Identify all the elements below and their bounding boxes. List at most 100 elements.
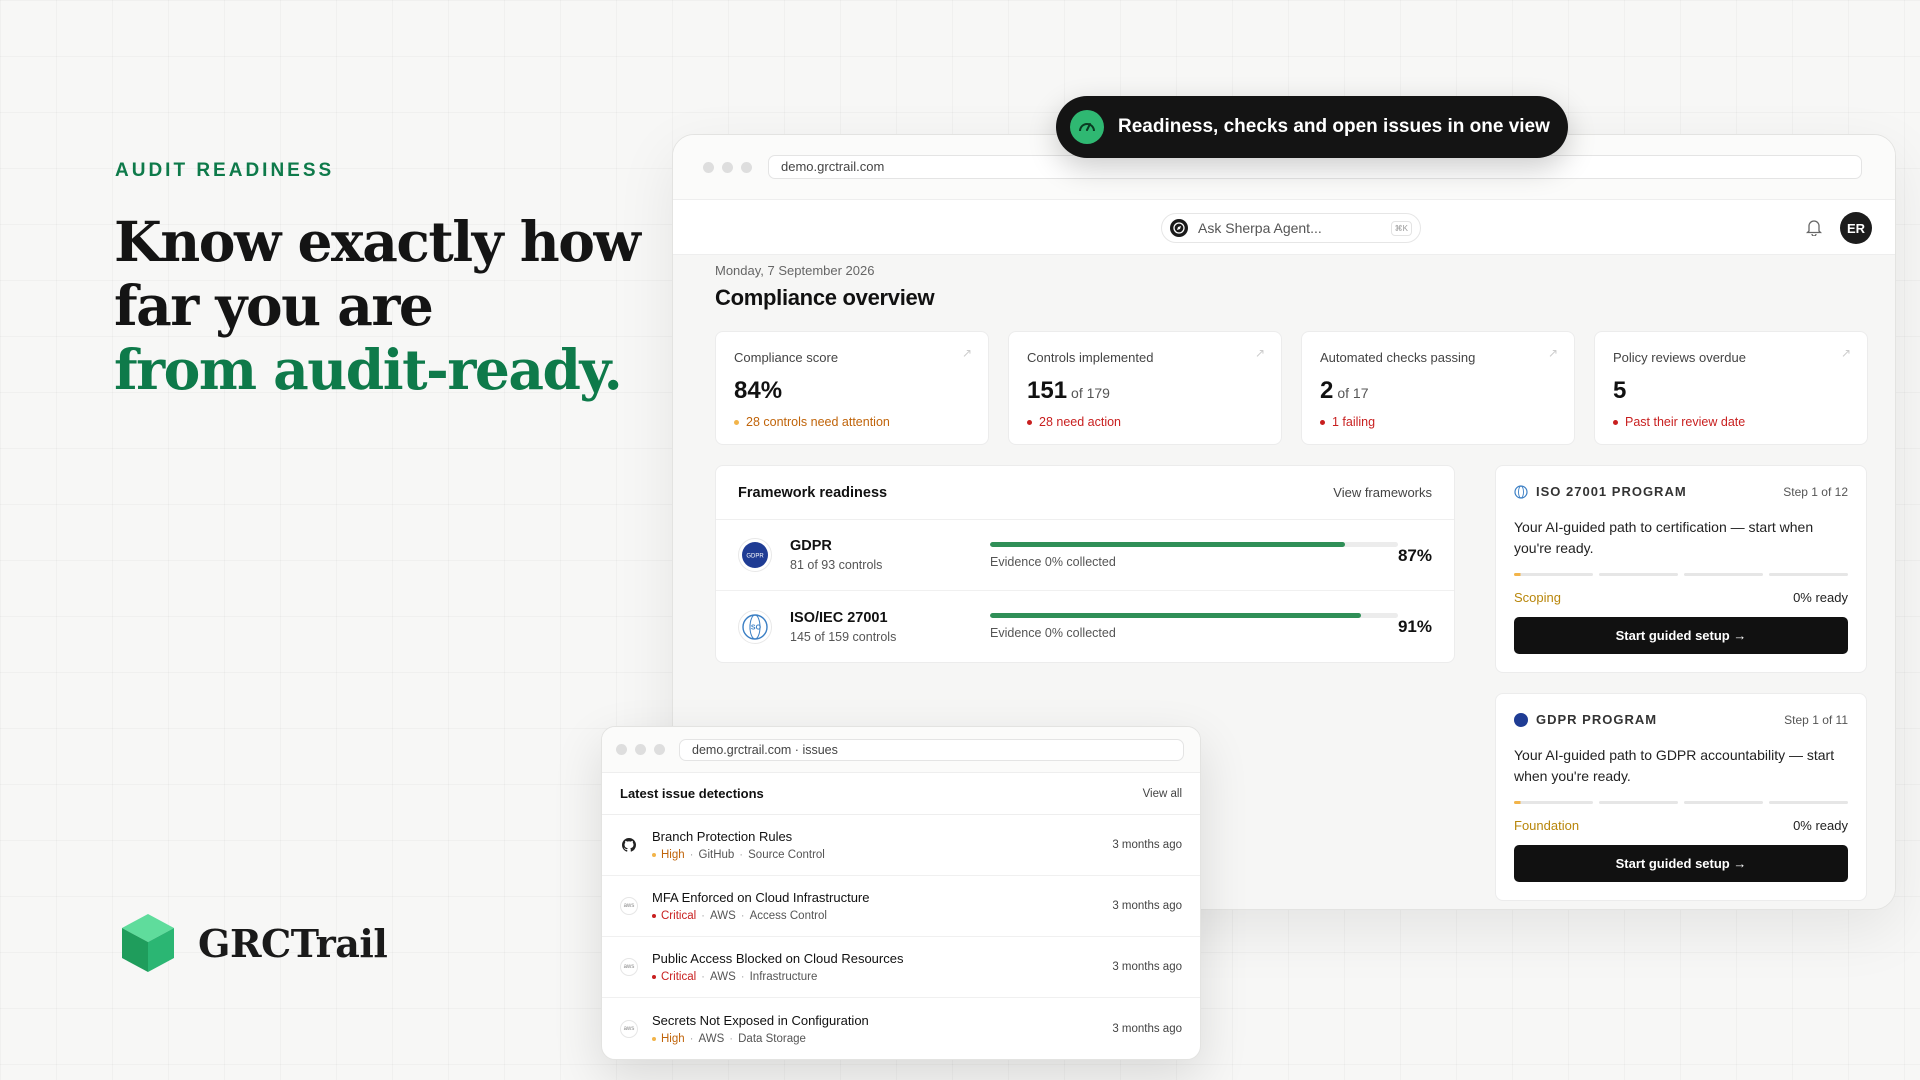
progress-fill bbox=[990, 542, 1345, 547]
gdpr-program-card: GDPR PROGRAM Step 1 of 11 Your AI-guided … bbox=[1495, 693, 1867, 901]
stat-subtext: 1 failing bbox=[1320, 415, 1556, 429]
svg-text:ISO: ISO bbox=[749, 624, 762, 631]
program-steps-bar bbox=[1514, 801, 1848, 804]
eyebrow-label: AUDIT READINESS bbox=[115, 160, 335, 181]
stat-subtext: 28 need action bbox=[1027, 415, 1263, 429]
sherpa-search[interactable]: Ask Sherpa Agent... ⌘K bbox=[1161, 213, 1421, 243]
aws-icon: aws bbox=[620, 897, 638, 915]
stat-card-controls-implemented[interactable]: Controls implemented ↗ 151 of 179 28 need… bbox=[1008, 331, 1282, 445]
minimize-dot[interactable] bbox=[722, 161, 733, 173]
framework-controls: 145 of 159 controls bbox=[790, 629, 897, 644]
progress-fill bbox=[990, 613, 1362, 618]
issue-time: 3 months ago bbox=[1112, 1022, 1182, 1035]
gdpr-circle-icon bbox=[1514, 712, 1528, 727]
program-step: Step 1 of 11 bbox=[1784, 712, 1848, 727]
maximize-dot[interactable] bbox=[654, 744, 665, 755]
framework-name: GDPR bbox=[790, 538, 832, 554]
issue-meta: Critical · AWS · Infrastructure bbox=[652, 971, 903, 983]
framework-row-gdpr[interactable]: GDPR GDPR 81 of 93 controls Evidence 0% c… bbox=[716, 520, 1454, 591]
issue-time: 3 months ago bbox=[1112, 900, 1182, 912]
stat-subtext: 28 controls need attention bbox=[734, 415, 970, 429]
stat-value: 151 of 179 bbox=[1027, 377, 1110, 404]
start-guided-setup-button[interactable]: Start guided setup → bbox=[1514, 617, 1848, 654]
green-cube-icon bbox=[122, 914, 174, 972]
iso-logo-icon: ISO bbox=[738, 609, 772, 644]
stat-value: 84% bbox=[734, 377, 783, 404]
stat-label: Policy reviews overdue bbox=[1613, 350, 1746, 365]
issue-name: MFA Enforced on Cloud Infrastructure bbox=[652, 890, 870, 905]
issue-meta: High · GitHub · Source Control bbox=[652, 849, 825, 861]
issue-name: Public Access Blocked on Cloud Resources bbox=[652, 951, 904, 966]
view-frameworks-link[interactable]: View frameworks bbox=[1333, 485, 1432, 500]
program-phase: Scoping bbox=[1514, 590, 1561, 605]
avatar[interactable]: ER bbox=[1840, 212, 1872, 244]
stat-value: 2 of 17 bbox=[1320, 377, 1369, 404]
app-header: Ask Sherpa Agent... ⌘K ER bbox=[673, 199, 1895, 255]
maximize-dot[interactable] bbox=[741, 161, 752, 173]
start-guided-setup-button[interactable]: Start guided setup → bbox=[1514, 845, 1848, 882]
evidence-label: Evidence 0% collected bbox=[990, 555, 1116, 569]
search-placeholder: Ask Sherpa Agent... bbox=[1198, 220, 1322, 236]
stat-card-compliance-score[interactable]: Compliance score ↗ 84% 28 controls need … bbox=[715, 331, 989, 445]
framework-percent: 87% bbox=[1397, 546, 1432, 565]
arrow-up-right-icon: ↗ bbox=[961, 346, 972, 360]
page-title: Compliance overview bbox=[715, 285, 935, 310]
gdpr-logo-icon: GDPR bbox=[738, 538, 772, 572]
issues-address-bar[interactable]: demo.grctrail.com · issues bbox=[679, 738, 1184, 761]
panel-title: Framework readiness bbox=[738, 484, 888, 501]
framework-controls: 81 of 93 controls bbox=[790, 558, 883, 572]
headline-line-1: Know exactly how bbox=[114, 209, 641, 274]
evidence-label: Evidence 0% collected bbox=[990, 626, 1116, 640]
svg-text:GDPR: GDPR bbox=[746, 554, 764, 560]
window-controls bbox=[616, 744, 665, 755]
issue-row[interactable]: aws MFA Enforced on Cloud Infrastructure… bbox=[602, 876, 1200, 937]
stat-value: 5 bbox=[1613, 377, 1627, 404]
issues-window: demo.grctrail.com · issues Latest issue … bbox=[601, 726, 1201, 1060]
callout-text: Readiness, checks and open issues in one… bbox=[1118, 116, 1550, 137]
close-dot[interactable] bbox=[703, 161, 714, 173]
view-all-link[interactable]: View all bbox=[1143, 788, 1182, 800]
date-label: Monday, 7 September 2026 bbox=[715, 263, 875, 278]
framework-row-iso27001[interactable]: ISO ISO/IEC 27001 145 of 159 controls Evi… bbox=[716, 591, 1454, 662]
brand-name: GRCTrail bbox=[198, 920, 388, 966]
github-icon bbox=[620, 836, 638, 854]
framework-name: ISO/IEC 27001 bbox=[790, 609, 888, 626]
iso-globe-icon bbox=[1514, 484, 1528, 499]
bell-icon[interactable] bbox=[1806, 218, 1822, 236]
program-title: GDPR PROGRAM bbox=[1536, 712, 1658, 727]
iso27001-program-card: ISO 27001 PROGRAM Step 1 of 12 Your AI-gu… bbox=[1495, 465, 1867, 673]
arrow-up-right-icon: ↗ bbox=[1254, 346, 1265, 360]
compass-icon bbox=[1170, 219, 1188, 237]
issue-meta: Critical · AWS · Access Control bbox=[652, 910, 870, 922]
issue-row[interactable]: aws Public Access Blocked on Cloud Resou… bbox=[602, 937, 1200, 998]
close-dot[interactable] bbox=[616, 744, 627, 755]
brand-logo: GRCTrail bbox=[120, 912, 388, 974]
framework-percent: 91% bbox=[1397, 617, 1432, 636]
issue-time: 3 months ago bbox=[1112, 839, 1182, 851]
headline-line-2: far you are bbox=[114, 273, 434, 338]
stat-label: Compliance score bbox=[734, 350, 839, 365]
issue-row[interactable]: Branch Protection Rules High · GitHub · Sour… bbox=[602, 815, 1200, 876]
stat-card-automated-checks[interactable]: Automated checks passing ↗ 2 of 17 1 fail… bbox=[1301, 331, 1575, 445]
arrow-up-right-icon: ↗ bbox=[1547, 346, 1558, 360]
headline: Know exactly how far you are from audit-… bbox=[114, 210, 674, 402]
issue-row[interactable]: aws Secrets Not Exposed in Configuration… bbox=[602, 998, 1200, 1059]
feature-callout-pill: Readiness, checks and open issues in one… bbox=[1056, 96, 1568, 158]
shortcut-hint: ⌘K bbox=[1390, 220, 1412, 236]
program-title: ISO 27001 PROGRAM bbox=[1536, 484, 1687, 499]
program-description: Your AI-guided path to GDPR accountabili… bbox=[1514, 747, 1835, 784]
framework-progress: Evidence 0% collected bbox=[990, 542, 1398, 569]
minimize-dot[interactable] bbox=[635, 744, 646, 755]
issue-meta: High · AWS · Data Storage bbox=[652, 1033, 869, 1045]
headline-line-3: from audit-ready. bbox=[114, 337, 623, 402]
framework-progress: Evidence 0% collected bbox=[990, 613, 1398, 640]
stat-subtext: Past their review date bbox=[1613, 415, 1849, 429]
stat-label: Controls implemented bbox=[1027, 350, 1154, 365]
program-step: Step 1 of 12 bbox=[1783, 484, 1848, 499]
program-steps-bar bbox=[1514, 573, 1848, 576]
issue-name: Branch Protection Rules bbox=[652, 829, 793, 844]
program-ready: 0% ready bbox=[1793, 590, 1848, 605]
issue-name: Secrets Not Exposed in Configuration bbox=[652, 1012, 869, 1028]
address-bar[interactable]: demo.grctrail.com bbox=[768, 155, 1862, 179]
stat-card-policy-reviews[interactable]: Policy reviews overdue ↗ 5 Past their re… bbox=[1594, 331, 1868, 445]
